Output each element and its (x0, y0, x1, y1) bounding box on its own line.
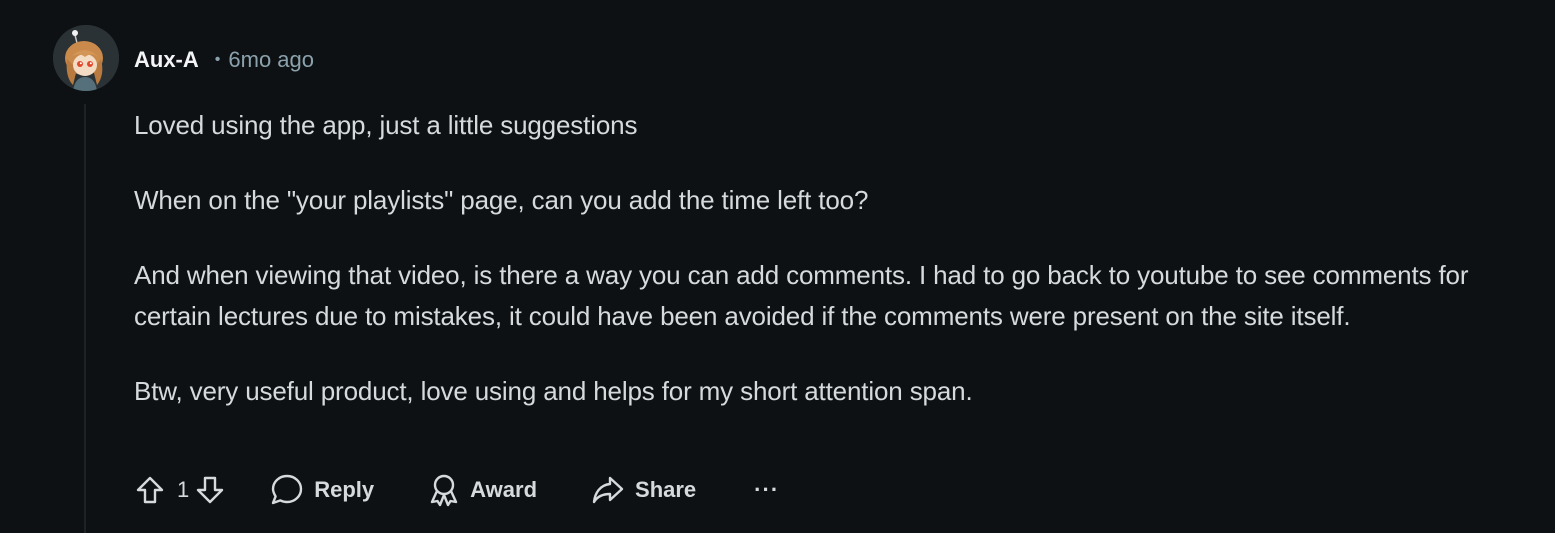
upvote-arrow-icon (134, 474, 166, 506)
comment: Aux-A • 6mo ago Loved using the app, jus… (0, 0, 1555, 533)
more-options-button[interactable]: ··· (754, 469, 779, 511)
share-arrow-icon (591, 474, 625, 506)
comment-paragraph: Btw, very useful product, love using and… (134, 376, 973, 406)
award-ribbon-icon (428, 473, 460, 507)
reply-label: Reply (314, 477, 375, 502)
comment-actions: 1 Reply Award Share ··· (132, 469, 779, 511)
comment-body: Loved using the app, just a little sugge… (134, 105, 1529, 412)
comment-age[interactable]: 6mo ago (228, 47, 314, 73)
award-label: Award (470, 477, 538, 502)
comment-paragraph: Loved using the app, just a little sugge… (134, 110, 638, 140)
meta-separator: • (214, 51, 221, 68)
share-button[interactable]: Share (591, 469, 696, 511)
upvote-button[interactable] (132, 472, 168, 508)
comment-meta: Aux-A • 6mo ago (134, 44, 314, 76)
award-button[interactable]: Award (428, 469, 537, 511)
vote-score: 1 (177, 477, 190, 502)
comment-paragraph: When on the "your playlists" page, can y… (134, 185, 869, 215)
author-name[interactable]: Aux-A (134, 47, 199, 73)
comment-paragraph: And when viewing that video, is there a … (134, 260, 1469, 331)
reply-button[interactable]: Reply (270, 469, 374, 511)
downvote-arrow-icon (194, 474, 226, 506)
avatar[interactable] (53, 25, 119, 91)
downvote-button[interactable] (192, 472, 228, 508)
share-label: Share (635, 477, 697, 502)
speech-bubble-icon (270, 473, 304, 507)
thread-line[interactable] (84, 104, 86, 533)
